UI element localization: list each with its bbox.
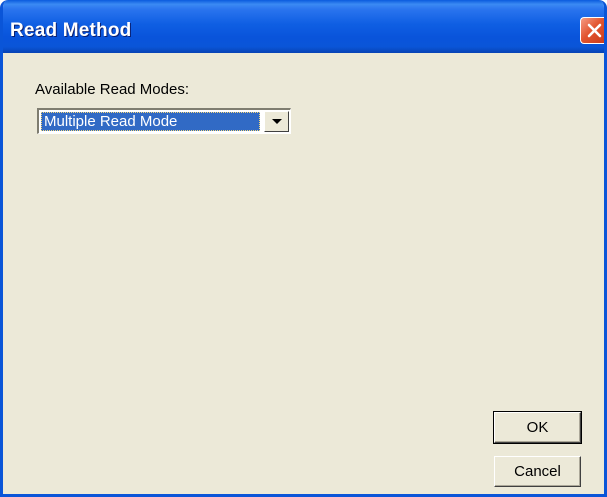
read-modes-label: Available Read Modes: bbox=[35, 81, 189, 98]
title-bar[interactable]: Read Method bbox=[3, 0, 604, 53]
read-modes-selected-value: Multiple Read Mode bbox=[41, 112, 260, 131]
chevron-down-icon bbox=[272, 119, 282, 124]
cancel-button[interactable]: Cancel bbox=[494, 456, 581, 487]
read-method-dialog: Read Method Available Read Modes: Multip… bbox=[0, 0, 607, 497]
read-modes-dropdown[interactable]: Multiple Read Mode bbox=[37, 108, 291, 134]
dropdown-arrow-button[interactable] bbox=[264, 111, 289, 132]
ok-button[interactable]: OK bbox=[493, 411, 582, 444]
window-title: Read Method bbox=[10, 20, 132, 41]
close-button[interactable] bbox=[580, 17, 604, 44]
close-icon bbox=[587, 23, 602, 38]
